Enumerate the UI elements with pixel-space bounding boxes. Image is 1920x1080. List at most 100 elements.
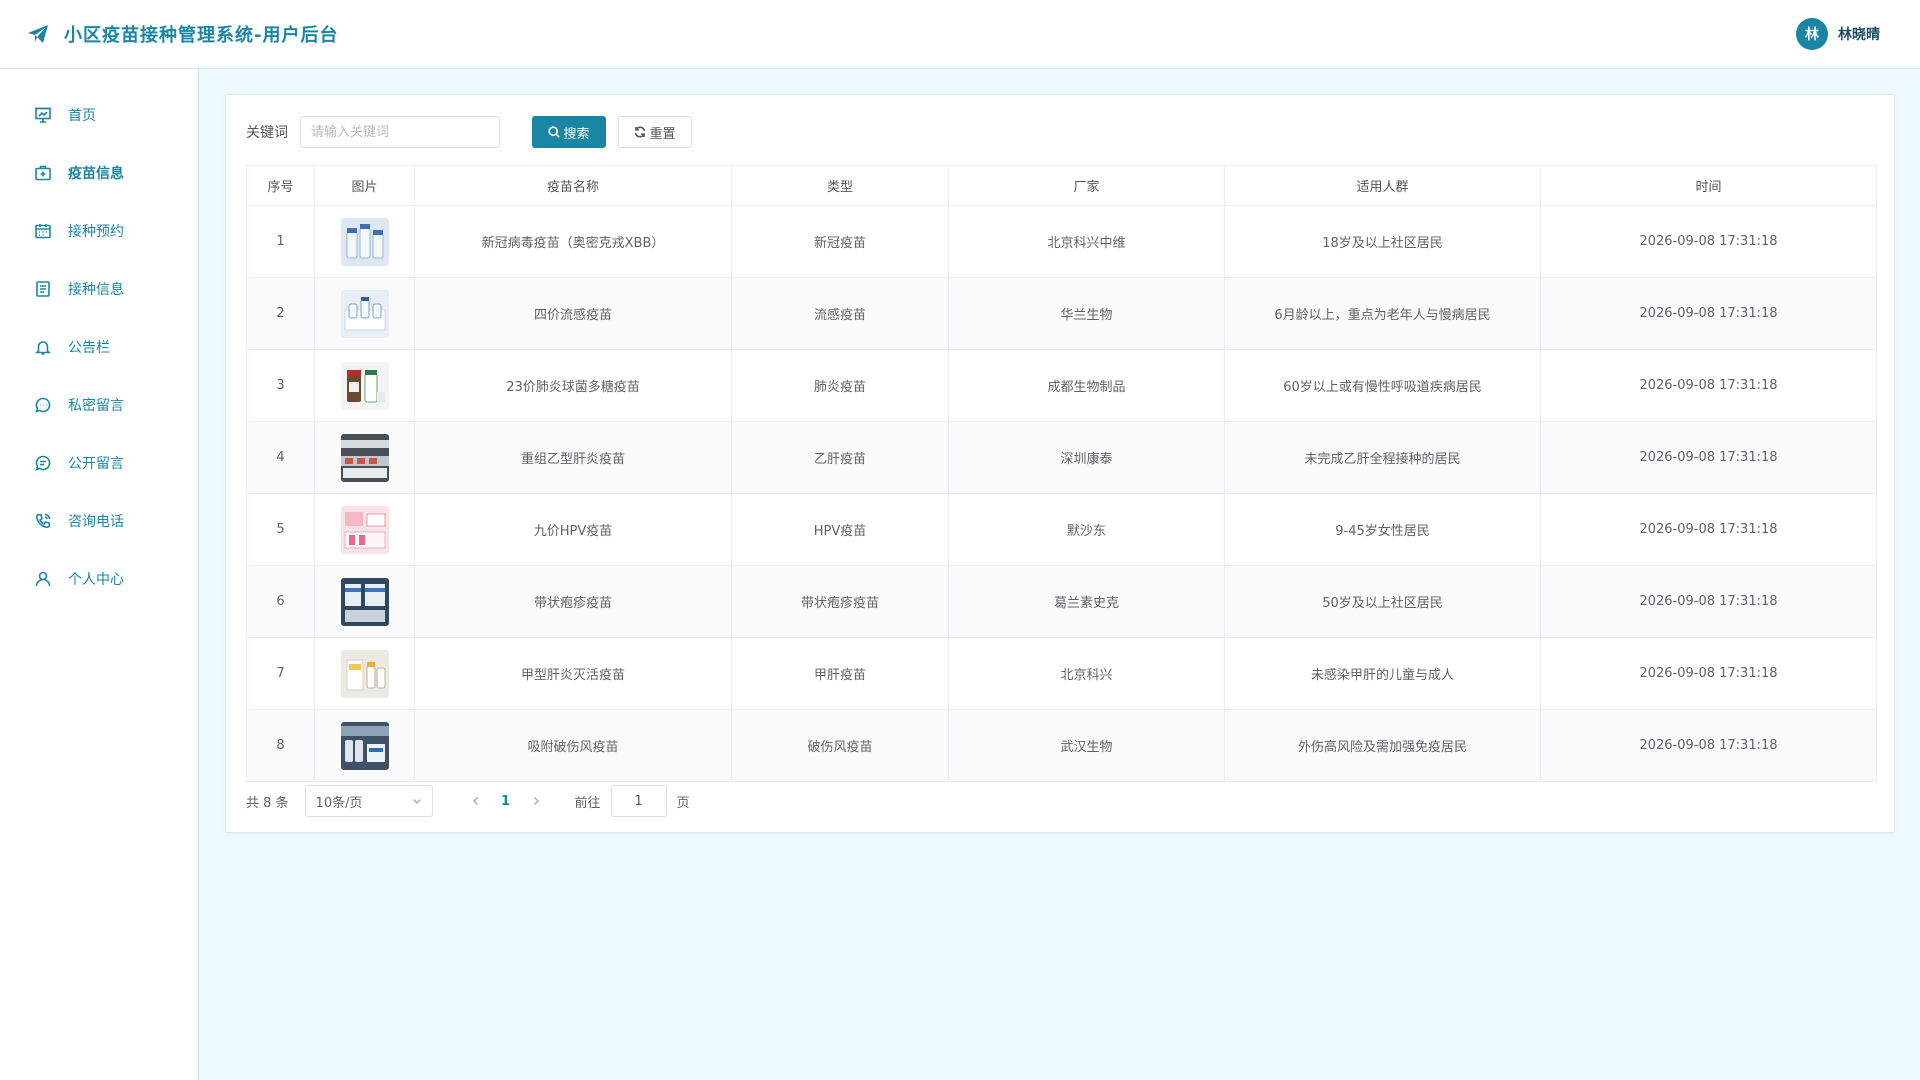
sidebar-item-public-message[interactable]: 公开留言 — [0, 434, 198, 492]
document-icon — [36, 281, 50, 297]
table-row[interactable]: 4 重组乙型肝炎疫苗 乙肝疫苗 深圳康泰 未完成乙肝全程接种的居民 2026-0… — [246, 421, 1877, 494]
cell-type: 破伤风疫苗 — [731, 709, 949, 782]
cell-name: 重组乙型肝炎疫苗 — [414, 421, 732, 494]
sidebar-item-label: 疫苗信息 — [68, 166, 124, 182]
table-row[interactable]: 2 四价流感疫苗 流感疫苗 华兰生物 6月龄以上，重点为老年人与慢病居民 202… — [246, 277, 1877, 350]
vaccine-table: 序号 图片 疫苗名称 类型 厂家 适用人群 时间 1 新冠病毒疫苗（奥密克戎XB… — [246, 165, 1877, 782]
cell-type: 乙肝疫苗 — [731, 421, 949, 494]
cell-no: 2 — [246, 277, 315, 350]
pagination: 共 8 条 10条/页 1 前往 页 — [246, 785, 690, 817]
vaccine-thumbnail[interactable] — [340, 577, 389, 626]
sidebar-item-label: 咨询电话 — [68, 514, 124, 530]
sidebar-item-private-message[interactable]: 私密留言 — [0, 376, 198, 434]
column-header[interactable]: 厂家 — [948, 165, 1225, 206]
cell-no: 1 — [246, 205, 315, 278]
sidebar-item-appointment[interactable]: 接种预约 — [0, 202, 198, 260]
vaccine-thumbnail[interactable] — [340, 217, 389, 266]
table-row[interactable]: 1 新冠病毒疫苗（奥密克戎XBB） 新冠疫苗 北京科兴中维 18岁及以上社区居民… — [246, 205, 1877, 278]
column-header[interactable]: 图片 — [314, 165, 415, 206]
cell-target: 未完成乙肝全程接种的居民 — [1224, 421, 1541, 494]
presentation-icon — [35, 107, 51, 123]
cell-image — [314, 565, 415, 638]
cell-maker: 深圳康泰 — [948, 421, 1225, 494]
goto-page-input[interactable] — [610, 785, 667, 817]
keyword-label: 关键词 — [246, 125, 288, 141]
reset-button[interactable]: 重置 — [618, 116, 692, 148]
vaccine-thumbnail[interactable] — [340, 649, 389, 698]
chevron-right-icon — [533, 797, 539, 805]
table-header-row: 序号 图片 疫苗名称 类型 厂家 适用人群 时间 — [246, 165, 1877, 206]
cell-time: 2026-09-08 17:31:18 — [1540, 205, 1877, 278]
cell-target: 60岁以上或有慢性呼吸道疾病居民 — [1224, 349, 1541, 422]
column-header[interactable]: 序号 — [246, 165, 315, 206]
cell-type: 新冠疫苗 — [731, 205, 949, 278]
column-header[interactable]: 时间 — [1540, 165, 1877, 206]
cell-image — [314, 349, 415, 422]
cell-name: 23价肺炎球菌多糖疫苗 — [414, 349, 732, 422]
cell-target: 外伤高风险及需加强免疫居民 — [1224, 709, 1541, 782]
cell-no: 5 — [246, 493, 315, 566]
cell-type: 甲肝疫苗 — [731, 637, 949, 710]
user-icon — [35, 571, 51, 587]
cell-maker: 成都生物制品 — [948, 349, 1225, 422]
page-number[interactable]: 1 — [491, 794, 521, 809]
sidebar-item-hotline[interactable]: 咨询电话 — [0, 492, 198, 550]
cell-name: 吸附破伤风疫苗 — [414, 709, 732, 782]
sidebar-item-profile[interactable]: 个人中心 — [0, 550, 198, 608]
top-header: 小区疫苗接种管理系统-用户后台 林 林晓晴 — [0, 0, 1920, 69]
bell-icon — [35, 341, 51, 355]
sidebar-item-label: 公告栏 — [68, 340, 110, 356]
prev-page-button[interactable] — [461, 796, 491, 806]
column-header[interactable]: 适用人群 — [1224, 165, 1541, 206]
sidebar-item-vaccine-info[interactable]: 疫苗信息 — [0, 144, 198, 202]
cell-time: 2026-09-08 17:31:18 — [1540, 565, 1877, 638]
sidebar-item-label: 接种预约 — [68, 224, 124, 240]
cell-name: 四价流感疫苗 — [414, 277, 732, 350]
medical-kit-icon — [35, 165, 51, 181]
avatar[interactable]: 林 — [1796, 18, 1828, 50]
cell-name: 甲型肝炎灭活疫苗 — [414, 637, 732, 710]
table-row[interactable]: 8 吸附破伤风疫苗 破伤风疫苗 武汉生物 外伤高风险及需加强免疫居民 2026-… — [246, 709, 1877, 782]
page-size-select[interactable]: 10条/页 — [304, 785, 433, 817]
vaccine-thumbnail[interactable] — [340, 289, 389, 338]
total-count: 共 8 条 — [246, 795, 289, 811]
phone-icon — [36, 513, 51, 528]
table-row[interactable]: 3 23价肺炎球菌多糖疫苗 肺炎疫苗 成都生物制品 60岁以上或有慢性呼吸道疾病… — [246, 349, 1877, 422]
cell-time: 2026-09-08 17:31:18 — [1540, 421, 1877, 494]
search-button-label: 搜索 — [563, 126, 590, 142]
vaccine-thumbnail[interactable] — [340, 505, 389, 554]
sidebar-item-home[interactable]: 首页 — [0, 86, 198, 144]
cell-maker: 葛兰素史克 — [948, 565, 1225, 638]
sidebar-item-notice-board[interactable]: 公告栏 — [0, 318, 198, 376]
cell-maker: 默沙东 — [948, 493, 1225, 566]
cell-no: 4 — [246, 421, 315, 494]
keyword-input[interactable] — [300, 116, 500, 148]
table-row[interactable]: 5 九价HPV疫苗 HPV疫苗 默沙东 9-45岁女性居民 2026-09-08… — [246, 493, 1877, 566]
sidebar-item-label: 私密留言 — [68, 398, 124, 414]
cell-target: 18岁及以上社区居民 — [1224, 205, 1541, 278]
table-row[interactable]: 7 甲型肝炎灭活疫苗 甲肝疫苗 北京科兴 未感染甲肝的儿童与成人 2026-09… — [246, 637, 1877, 710]
search-button[interactable]: 搜索 — [532, 116, 606, 148]
column-header[interactable]: 疫苗名称 — [414, 165, 732, 206]
cell-image — [314, 277, 415, 350]
vaccine-info-panel: 关键词 搜索 重置 序号 图片 疫苗名称 类型 厂家 适用 — [225, 94, 1895, 833]
user-name[interactable]: 林晓晴 — [1838, 24, 1880, 44]
user-menu[interactable]: 林 林晓晴 — [1796, 18, 1920, 50]
vaccine-thumbnail[interactable] — [340, 433, 389, 482]
next-page-button[interactable] — [521, 796, 551, 806]
table-row[interactable]: 6 带状疱疹疫苗 带状疱疹疫苗 葛兰素史克 50岁及以上社区居民 2026-09… — [246, 565, 1877, 638]
cell-time: 2026-09-08 17:31:18 — [1540, 349, 1877, 422]
sidebar-item-vaccination-records[interactable]: 接种信息 — [0, 260, 198, 318]
cell-no: 7 — [246, 637, 315, 710]
vaccine-thumbnail[interactable] — [340, 721, 389, 770]
cell-image — [314, 493, 415, 566]
cell-target: 6月龄以上，重点为老年人与慢病居民 — [1224, 277, 1541, 350]
cell-time: 2026-09-08 17:31:18 — [1540, 277, 1877, 350]
cell-time: 2026-09-08 17:31:18 — [1540, 493, 1877, 566]
column-header[interactable]: 类型 — [731, 165, 949, 206]
search-toolbar: 关键词 搜索 重置 — [246, 116, 692, 148]
cell-no: 3 — [246, 349, 315, 422]
sidebar-item-label: 公开留言 — [68, 456, 124, 472]
vaccine-thumbnail[interactable] — [340, 361, 389, 410]
cell-time: 2026-09-08 17:31:18 — [1540, 637, 1877, 710]
